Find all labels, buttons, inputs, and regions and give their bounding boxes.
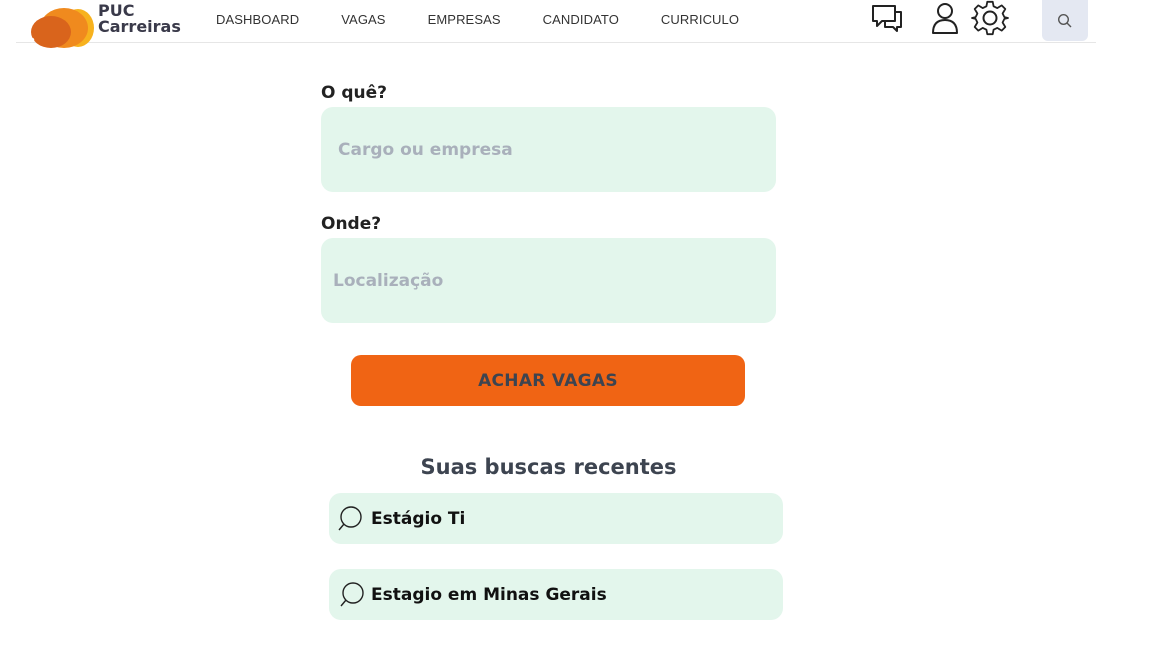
top-navbar: PUC Carreiras DASHBOARD VAGAS EMPRESAS C… <box>16 0 1096 48</box>
nav-link-empresas[interactable]: EMPRESAS <box>428 12 501 27</box>
brand-name: PUC Carreiras <box>98 3 181 35</box>
recent-search-label: Estágio Ti <box>371 508 466 529</box>
recent-search-label: Estagio em Minas Gerais <box>371 584 607 605</box>
nav-link-candidato[interactable]: CANDIDATO <box>543 12 619 27</box>
nav-link-dashboard[interactable]: DASHBOARD <box>216 12 299 27</box>
main-nav: DASHBOARD VAGAS EMPRESAS CANDIDATO CURRI… <box>216 12 781 27</box>
header-search-button[interactable] <box>1042 0 1088 41</box>
where-input[interactable] <box>321 238 776 323</box>
find-jobs-button[interactable]: ACHAR VAGAS <box>351 355 745 406</box>
logo-mark-icon <box>29 8 94 48</box>
recent-search-item[interactable]: Estagio em Minas Gerais <box>329 569 783 620</box>
where-label: Onde? <box>321 214 382 234</box>
what-label: O quê? <box>321 83 388 103</box>
what-input[interactable] <box>321 107 776 192</box>
recent-search-item[interactable]: Estágio Ti <box>329 493 783 544</box>
gear-icon[interactable] <box>970 0 1009 38</box>
search-icon <box>1057 13 1072 27</box>
user-icon[interactable] <box>928 0 966 38</box>
nav-link-curriculo[interactable]: CURRICULO <box>661 12 739 27</box>
brand-line-2: Carreiras <box>98 17 181 36</box>
search-icon <box>337 504 367 534</box>
search-icon <box>337 580 367 610</box>
chat-icon[interactable] <box>868 0 906 38</box>
brand-logo[interactable]: PUC Carreiras <box>26 2 186 48</box>
recent-searches-title: Suas buscas recentes <box>420 455 677 479</box>
nav-link-vagas[interactable]: VAGAS <box>341 12 385 27</box>
